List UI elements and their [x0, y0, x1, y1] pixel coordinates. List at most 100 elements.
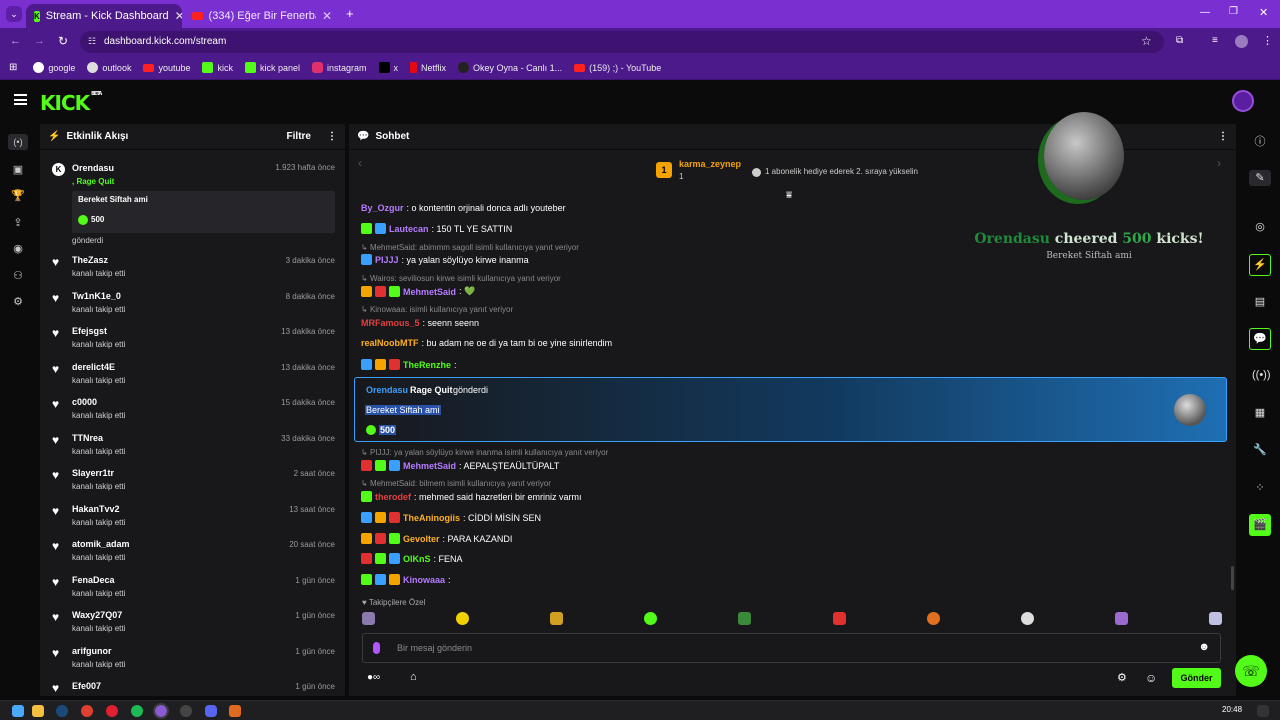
hamburger-menu-icon[interactable]: [14, 94, 27, 105]
chat-username[interactable]: By_Ozgur: [361, 203, 404, 213]
emoji-icon[interactable]: ☻: [1198, 641, 1210, 653]
restore-button[interactable]: ❐: [1229, 6, 1238, 17]
emote-icon[interactable]: [1208, 612, 1222, 625]
bookmark-okey[interactable]: Okey Oyna - Canlı 1...: [458, 62, 562, 73]
steam-icon[interactable]: [56, 705, 68, 717]
back-icon[interactable]: ←: [10, 35, 21, 47]
apps-grid-icon[interactable]: ⊞: [9, 62, 17, 73]
tab-search-button[interactable]: ⌄: [6, 6, 22, 22]
chat-username[interactable]: realNoobMTF: [361, 338, 419, 348]
upload-icon[interactable]: ⇪: [10, 215, 26, 231]
chat-username[interactable]: TheRenzhe: [403, 360, 451, 370]
bookmark-youtube-2[interactable]: (159) ;) - YouTube: [574, 63, 661, 73]
trophy-icon[interactable]: 🏆: [10, 188, 26, 204]
bookmark-kick[interactable]: kick: [202, 62, 233, 73]
close-tab-icon[interactable]: ✕: [322, 9, 332, 23]
info-icon[interactable]: ⓘ: [1252, 134, 1268, 150]
explorer-icon[interactable]: [32, 705, 44, 717]
chat-username[interactable]: MRFamous_5: [361, 318, 420, 328]
emote-icon[interactable]: [456, 612, 470, 625]
emote-icon[interactable]: [1020, 612, 1034, 625]
bookmark-kick-panel[interactable]: kick panel: [244, 62, 300, 73]
chat-username[interactable]: Kinowaaa: [403, 575, 445, 585]
reload-icon[interactable]: ↻: [58, 34, 68, 48]
profile-avatar[interactable]: [1235, 35, 1248, 48]
discord-icon[interactable]: [205, 705, 217, 717]
chat-more-icon[interactable]: ⋮: [1218, 131, 1228, 142]
site-info-icon[interactable]: ☷: [88, 36, 96, 47]
broadcast-icon[interactable]: ((•)): [1252, 367, 1271, 383]
emote-icon[interactable]: [362, 612, 375, 625]
bookmark-netflix[interactable]: Netflix: [410, 62, 446, 73]
minimize-button[interactable]: —: [1200, 7, 1210, 18]
send-button[interactable]: Gönder: [1172, 668, 1221, 688]
bookmark-instagram[interactable]: instagram: [312, 62, 367, 73]
chat-username[interactable]: Gevolter: [403, 534, 440, 544]
opera-icon[interactable]: [106, 705, 118, 717]
message-input[interactable]: Bir mesaj gönderin: [397, 643, 472, 653]
kick-logo[interactable]: KICK BETA: [40, 91, 102, 115]
chrome-active-icon[interactable]: [153, 703, 169, 719]
obs-icon[interactable]: [180, 705, 192, 717]
emote-icon[interactable]: [926, 612, 940, 625]
notes-icon[interactable]: ▤: [1252, 294, 1268, 310]
emote-icon[interactable]: [1114, 612, 1128, 625]
tab-kick-dashboard[interactable]: K Stream - Kick Dashboard ✕: [26, 4, 182, 28]
bookmark-x[interactable]: x: [378, 62, 398, 73]
chat-username[interactable]: PIJJJ: [375, 255, 399, 265]
emote-icon[interactable]: [644, 612, 658, 625]
bookmark-outlook[interactable]: outlook: [87, 62, 131, 73]
bookmark-star-icon[interactable]: ☆: [1141, 34, 1152, 48]
close-tab-icon[interactable]: ✕: [175, 9, 182, 23]
spotify-icon[interactable]: [131, 705, 143, 717]
extensions-icon[interactable]: ⧉: [1176, 35, 1183, 46]
emote-icon[interactable]: [738, 612, 752, 625]
chat-input-box[interactable]: Bir mesaj gönderin ☻: [362, 633, 1221, 663]
dashboard-icon[interactable]: ▣: [10, 162, 26, 178]
bookmark-google[interactable]: google: [33, 62, 75, 73]
edit-icon[interactable]: ✎: [1249, 170, 1271, 186]
chrome-icon[interactable]: [81, 705, 93, 717]
tab-youtube[interactable]: (334) Eğer Bir Fenerbahçeli Ola ✕: [184, 4, 340, 28]
bookmark-youtube[interactable]: youtube: [143, 63, 190, 73]
emote-icon[interactable]: [550, 612, 564, 625]
chevron-right-icon[interactable]: ›: [1217, 156, 1221, 170]
chat-scrollbar[interactable]: [1231, 566, 1234, 590]
channel-points-icon[interactable]: ●∞: [367, 672, 380, 683]
live-stream-icon[interactable]: (•): [8, 134, 28, 150]
settings-icon[interactable]: ⚙: [10, 294, 26, 310]
steam-app-icon[interactable]: [229, 705, 241, 717]
forward-icon[interactable]: →: [34, 35, 45, 47]
camera-icon[interactable]: ◉: [10, 241, 26, 257]
chat-username[interactable]: MehmetSaid: [403, 461, 456, 471]
filter-button[interactable]: Filtre: [287, 131, 311, 142]
chat-username[interactable]: Lautecan: [389, 224, 429, 234]
chat-username[interactable]: TheAninogiis: [403, 513, 460, 523]
user-avatar[interactable]: [1232, 90, 1254, 112]
microphone-icon[interactable]: [373, 642, 380, 654]
chat-username[interactable]: therodef: [375, 492, 411, 502]
window-close-button[interactable]: ✕: [1259, 6, 1268, 19]
lightning-panel-icon[interactable]: ⚡: [1249, 254, 1271, 276]
chat-settings-icon[interactable]: ⚙: [1117, 671, 1127, 684]
chat-username[interactable]: OlKnS: [403, 554, 431, 564]
camera-icon[interactable]: ◎: [1252, 219, 1268, 235]
clapperboard-icon[interactable]: 🎬: [1249, 514, 1271, 536]
collapse-pinned-icon[interactable]: ⩸: [786, 190, 792, 201]
community-icon[interactable]: ⚇: [10, 268, 26, 284]
wrench-icon[interactable]: 🔧: [1252, 442, 1268, 458]
chat-username[interactable]: MehmetSaid: [403, 287, 456, 297]
menu-icon[interactable]: ⋮: [1262, 34, 1273, 47]
chevron-left-icon[interactable]: ‹: [358, 156, 362, 170]
support-chat-button[interactable]: ☏: [1235, 655, 1267, 687]
more-options-icon[interactable]: ⋮: [327, 131, 337, 142]
notification-icon[interactable]: [1257, 705, 1269, 717]
users-icon[interactable]: ⁘: [1252, 480, 1268, 496]
emote-picker-icon[interactable]: ☺: [1145, 671, 1157, 685]
media-icon[interactable]: ≡: [1212, 35, 1218, 46]
address-bar[interactable]: ☷ dashboard.kick.com/stream ☆: [80, 31, 1164, 53]
store-icon[interactable]: ⌂: [410, 671, 417, 683]
emote-icon[interactable]: [832, 612, 846, 625]
chat-panel-icon[interactable]: 💬: [1249, 328, 1271, 350]
new-tab-button[interactable]: +: [346, 6, 354, 21]
